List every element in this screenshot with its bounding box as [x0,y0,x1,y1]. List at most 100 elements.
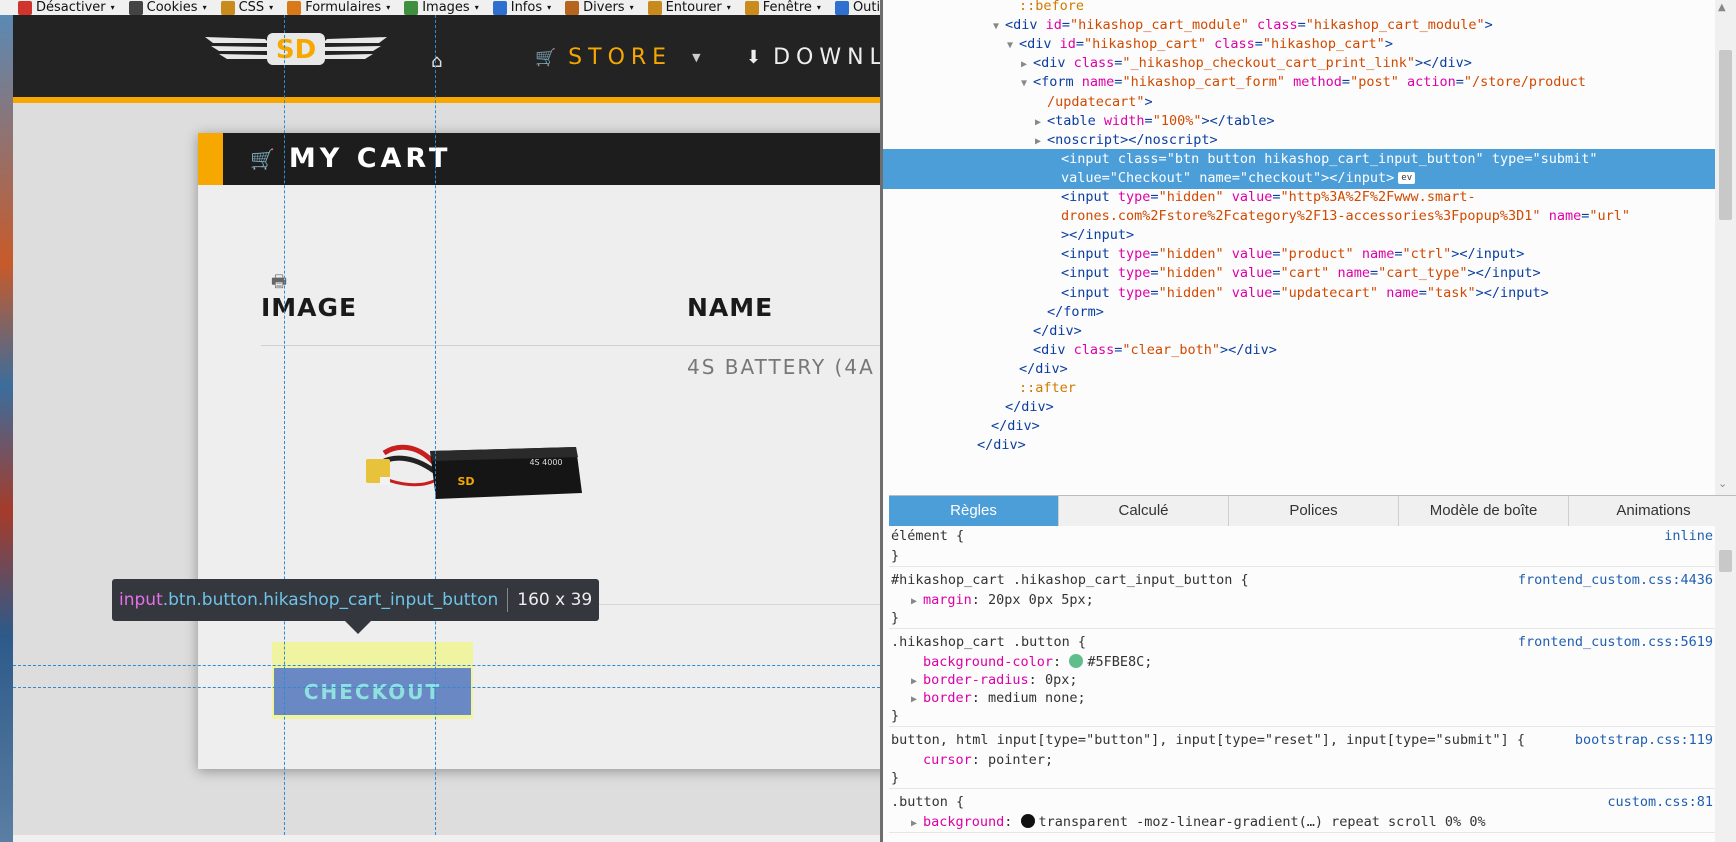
rule-declaration[interactable]: ▶ background: transparent -moz-linear-gra… [889,812,1715,833]
rules-scroll-thumb[interactable] [1719,550,1732,572]
markup-line[interactable]: </div> [883,416,1715,437]
markup-line[interactable]: </div> [883,359,1715,380]
toolbar-menu-label: Fenêtre [762,0,812,15]
markup-token [1224,285,1232,301]
markup-line[interactable]: ▶ <div class="_hikashop_checkout_cart_pri… [883,53,1715,74]
markup-token [1484,151,1492,167]
markup-token: = [1150,246,1159,263]
markup-line[interactable]: <input type="hidden" value="cart" name="… [883,263,1715,284]
markup-line[interactable]: ▼ <div id="hikashop_cart_module" class="h… [883,15,1715,36]
markup-token: <table [1047,112,1104,129]
markup-token: = [1369,265,1379,282]
toolbar-menu-label: Cookies [146,0,198,15]
product-image[interactable]: 4S 4000 SD [346,433,586,513]
markup-token: id [1045,17,1062,34]
toolbar-menu-0[interactable]: Désactiver ▾ [18,0,115,15]
markup-token: "hidden" [1158,246,1224,263]
website-viewport: SD ⌂ 🛒 STORE ▼ ⬇ DOWNLO 🛒 MY CART 🖶 IMAG… [13,15,880,835]
svg-text:SD: SD [276,35,316,65]
tools-icon [834,0,849,15]
rule-divider [889,726,1715,727]
colon: : [971,690,989,706]
toolbar-menu-2[interactable]: CSS ▾ [220,0,273,15]
markup-line[interactable]: <div class="clear_both"></div> [883,340,1715,361]
markup-line[interactable]: ::after [883,378,1715,399]
color-swatch[interactable] [1069,654,1084,668]
markup-line[interactable]: ▼ <div id="hikashop_cart" class="hikashop… [883,34,1715,55]
markup-line[interactable]: /updatecart"> [883,92,1715,113]
markup-token: = [1341,74,1351,91]
nav-downloads[interactable]: ⬇ DOWNLO [746,45,880,70]
toolbar-menu-6[interactable]: Divers ▾ [565,0,634,15]
markup-token: <input [1061,150,1118,167]
markup-line-selected[interactable]: <input class="btn button hikashop_cart_i… [883,148,1715,170]
markup-line[interactable]: ▼ <form name="hikashop_cart_form" method=… [883,72,1715,93]
home-icon[interactable]: ⌂ [431,51,442,72]
rule-source-link[interactable]: frontend_custom.css:4436 [1518,570,1713,591]
markup-token [1249,17,1257,33]
markup-token: = [1150,189,1159,205]
toolbar-menu-7[interactable]: Entourer ▾ [647,0,731,15]
markup-line[interactable]: </div> [883,435,1715,456]
tab-3[interactable]: Modèle de boîte [1399,496,1569,526]
markup-scroll-thumb[interactable] [1719,50,1732,220]
event-badge[interactable]: ev [1398,171,1416,184]
site-logo[interactable]: SD [205,29,387,69]
markup-line[interactable]: </div> [883,321,1715,342]
color-swatch[interactable] [1020,814,1035,828]
chevron-down-icon: ▾ [816,3,821,12]
scroll-up-icon[interactable]: ▲ [1718,2,1726,13]
inspector-guide [13,665,880,666]
checkout-button[interactable]: CHECKOUT [274,668,471,715]
markup-token: name [1361,246,1395,263]
chevron-down-icon: ▼ [692,51,701,64]
nav-store[interactable]: 🛒 STORE ▼ [535,45,701,70]
markup-view[interactable]: ::before ▼ <div id="hikashop_cart_module" … [883,0,1715,495]
markup-token: "100%" [1152,112,1202,129]
markup-token: ></input> [1061,227,1135,244]
markup-token: "hikashop_cart_module" [1305,17,1485,34]
rules-view: élément {inline} #hikashop_cart .hikashop… [889,526,1715,842]
rules-scrollbar[interactable] [1715,526,1736,842]
markup-token: <input [1061,189,1118,205]
toolbar-menu-4[interactable]: Images ▾ [404,0,479,15]
markup-line[interactable]: ></input> [883,225,1715,246]
markup-line[interactable]: </div> [883,397,1715,418]
tab-1[interactable]: Calculé [1059,496,1229,526]
markup-line[interactable]: drones.com%2Fstore%2Fcategory%2F13-acces… [883,206,1715,227]
rule-source-link[interactable]: custom.css:81 [1607,792,1713,813]
colon: : [1028,672,1045,688]
tooltip-separator [507,588,509,612]
markup-token: class [1214,36,1255,53]
markup-line[interactable]: <input type="hidden" value="updatecart" … [883,283,1715,304]
markup-token: "hikashop_cart" [1084,36,1206,53]
tab-4[interactable]: Animations [1569,496,1736,526]
rule-source-link[interactable]: frontend_custom.css:5619 [1518,632,1713,653]
toolbar-menu-9[interactable]: Outi▾ [834,0,880,15]
tab-2[interactable]: Polices [1229,496,1399,526]
tab-0[interactable]: Règles [889,496,1059,526]
toolbar-menu-label: Formulaires [305,0,382,15]
product-name[interactable]: 4S BATTERY (4A [687,355,875,379]
markup-line[interactable]: ▶ <noscript></noscript> [883,130,1715,151]
expand-icon[interactable]: ▶ [911,813,923,834]
toolbar-menu-8[interactable]: Fenêtre ▾ [744,0,821,15]
toolbar-menu-5[interactable]: Infos ▾ [492,0,551,15]
markup-line[interactable]: <input type="hidden" value="http%3A%2F%2… [883,187,1715,208]
markup-line-selected[interactable]: value="Checkout" name="checkout"></input… [883,167,1715,189]
markup-line[interactable]: <input type="hidden" value="product" nam… [883,244,1715,265]
markup-line[interactable]: ▶ <table width="100%"></table> [883,111,1715,132]
markup-token: action [1406,74,1456,91]
toolbar-menu-3[interactable]: Formulaires ▾ [287,0,390,15]
markup-token: <div [1019,36,1060,53]
property-name: background-color [923,654,1054,670]
markup-token: ::after [1019,380,1076,396]
chevron-down-icon: ▾ [726,3,731,12]
scroll-down-icon[interactable]: ⌄ [1718,477,1727,490]
markup-token: = [1272,246,1281,263]
markup-token: value [1231,246,1273,263]
markup-line[interactable]: </form> [883,302,1715,323]
toolbar-menu-1[interactable]: Cookies ▾ [128,0,207,15]
rule-source-link[interactable]: bootstrap.css:119 [1575,730,1713,751]
rule-source-link[interactable]: inline [1664,526,1713,547]
